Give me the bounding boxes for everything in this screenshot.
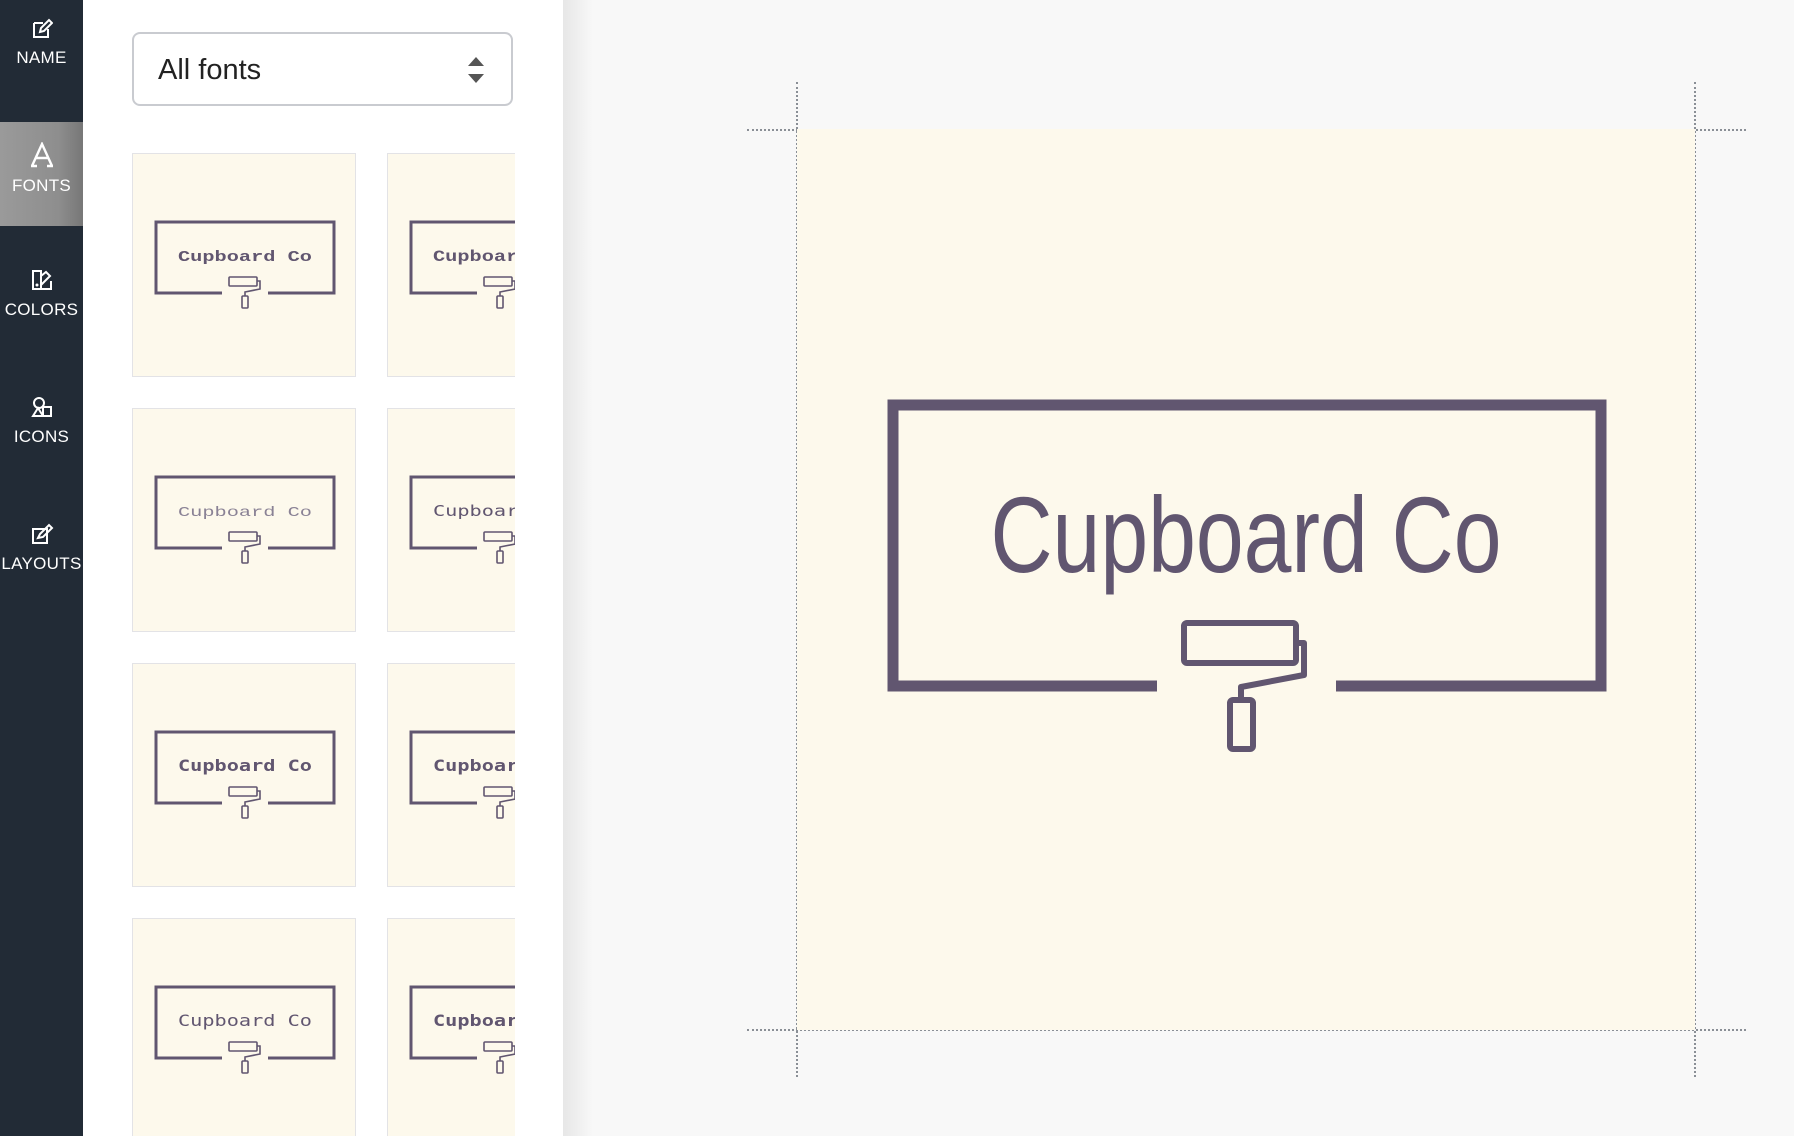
thumbnail-text: Cupboard Co [433, 248, 515, 266]
font-filter-select[interactable]: All fonts [132, 32, 513, 106]
sidebar: NAME FONTS COLORS ICONS LAYOUTS [0, 0, 83, 1136]
logo-text: Cupboard Co [991, 474, 1502, 595]
font-thumbnail[interactable]: Cupboard Co [387, 153, 515, 377]
palette-icon [31, 270, 52, 290]
thumbnail-text: Cupboard Co [178, 505, 312, 521]
font-icon [30, 142, 53, 168]
paint-roller-icon [483, 531, 515, 564]
font-thumbnail[interactable]: Cupboard Co [132, 408, 356, 632]
font-thumbnail-grid: Cupboard Co Cupboard Co Cupboard Co Cupboar… [132, 153, 515, 1136]
paint-roller-icon [1181, 620, 1307, 752]
thumbnail-text: Cupboard Co [433, 502, 515, 520]
thumbnail-logo: Cupboard Co [409, 985, 515, 1074]
thumbnail-text: Cupboard Co [433, 1011, 515, 1030]
thumbnail-logo: Cupboard Co [154, 985, 336, 1074]
sidebar-item-icons[interactable]: ICONS [0, 395, 83, 499]
select-arrows-icon [468, 57, 484, 83]
paint-roller-icon [483, 276, 515, 309]
thumbnail-text: Cupboard Co [178, 756, 312, 775]
font-thumbnail[interactable]: Cupboard Co [132, 663, 356, 887]
font-thumbnail[interactable]: Cupboard Co [132, 918, 356, 1136]
paint-roller-icon [228, 531, 261, 564]
sidebar-item-colors[interactable]: COLORS [0, 268, 83, 372]
paint-roller-icon [228, 786, 261, 819]
canvas-shadow [563, 0, 593, 1136]
sidebar-item-layouts[interactable]: LAYOUTS [0, 522, 83, 626]
font-filter-value: All fonts [158, 54, 262, 86]
logo-preview: Cupboard Co [887, 399, 1607, 752]
shapes-icon [30, 397, 52, 417]
edit-icon [32, 18, 53, 38]
font-panel: All fonts Cupboard CoCupboard CoCupboard… [83, 0, 563, 1136]
paint-roller-icon [483, 786, 515, 819]
thumbnail-logo: Cupboard Co [409, 475, 515, 564]
thumbnail-logo: Cupboard Co [154, 475, 336, 564]
font-thumbnail[interactable]: Cupboard Co [387, 663, 515, 887]
paint-roller-icon [228, 1041, 261, 1074]
thumbnail-text: Cupboard Co [178, 249, 312, 266]
thumbnail-text: Cupboard Co [433, 756, 515, 775]
sidebar-item-name[interactable]: NAME [0, 0, 83, 122]
thumbnail-text: Cupboard Co [178, 1011, 312, 1030]
logo-artboard[interactable]: Cupboard Co [797, 129, 1695, 1030]
thumbnail-logo: Cupboard Co [409, 220, 515, 309]
thumbnail-logo: Cupboard Co [409, 730, 515, 819]
thumbnail-logo: Cupboard Co [154, 220, 336, 309]
font-thumbnail[interactable]: Cupboard Co [132, 153, 356, 377]
font-thumbnail[interactable]: Cupboard Co [387, 408, 515, 632]
font-thumbnail[interactable]: Cupboard Co [387, 918, 515, 1136]
layouts-icon [31, 523, 53, 544]
paint-roller-icon [228, 276, 261, 309]
paint-roller-icon [483, 1041, 515, 1074]
thumbnail-logo: Cupboard Co [154, 730, 336, 819]
sidebar-item-fonts[interactable]: FONTS [0, 122, 83, 226]
